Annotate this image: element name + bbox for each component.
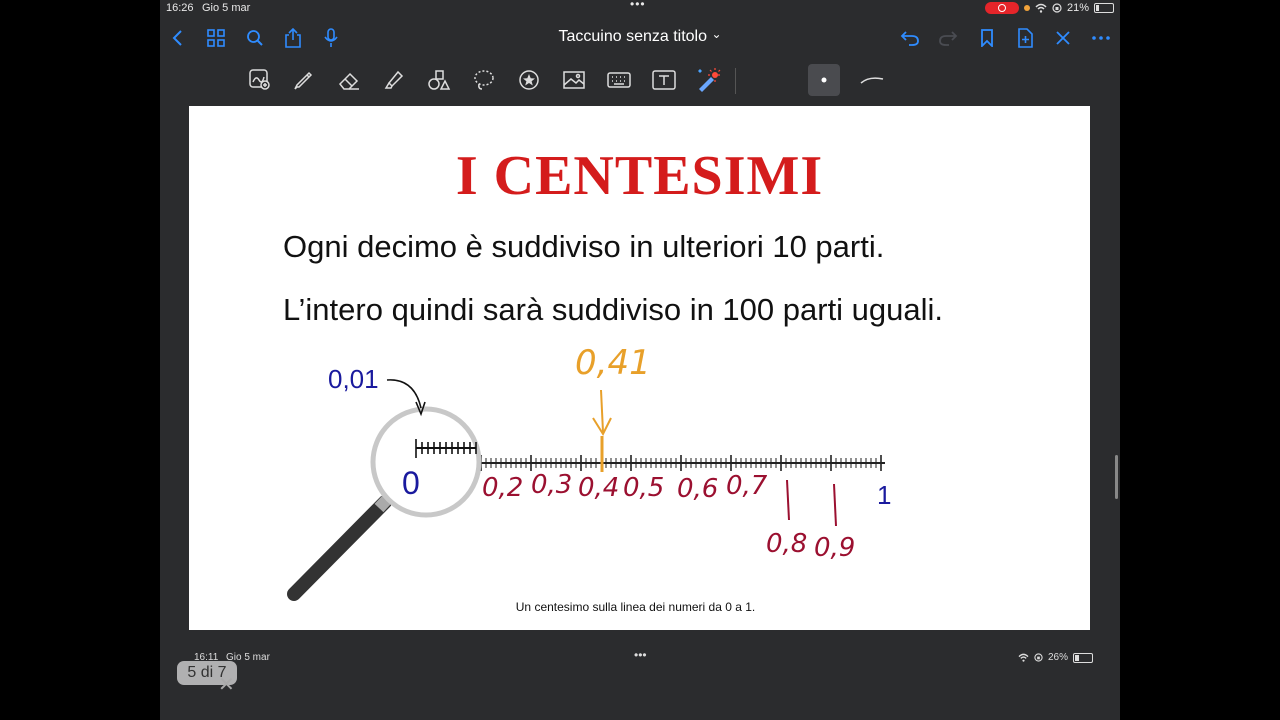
handwritten-label-0-7: 0,7 [726, 471, 768, 501]
embedded-orientation-lock-icon [1034, 653, 1043, 662]
stroke-size-dot-icon[interactable] [808, 64, 840, 96]
scrollbar-handle[interactable] [1115, 455, 1118, 499]
pen-icon[interactable] [291, 67, 317, 93]
image-icon[interactable] [561, 67, 587, 93]
handwritten-0-41: 0,41 [575, 343, 651, 383]
magnifier-icon [287, 406, 482, 601]
nav-bar: Taccuino senza titolo ⌄ [160, 18, 1120, 58]
shapes-icon[interactable] [426, 67, 452, 93]
more-icon[interactable] [1089, 26, 1113, 50]
back-icon[interactable] [166, 26, 190, 50]
handwritten-label-0-9: 0,9 [814, 533, 855, 563]
chevron-down-icon: ⌄ [711, 27, 722, 41]
redo-icon[interactable] [936, 26, 960, 50]
status-right: 21% [984, 2, 1114, 14]
handwritten-label-0-5: 0,5 [623, 473, 664, 503]
scan-icon[interactable] [247, 67, 273, 93]
multitask-dots-icon[interactable]: ••• [630, 0, 646, 11]
sticker-icon[interactable] [516, 67, 542, 93]
share-icon[interactable] [281, 26, 305, 50]
number-line-figure: 0,01 0 1 0,2 0,3 0,4 0,5 0,6 0,7 0,8 0,9… [287, 343, 891, 601]
battery-percent: 21% [1066, 2, 1089, 14]
handwritten-label-0-3: 0,3 [531, 470, 572, 500]
embedded-status-right: 26% [1018, 652, 1094, 663]
magnifier-value-label: 0,01 [328, 364, 379, 394]
search-icon[interactable] [243, 26, 267, 50]
document-title-text: Taccuino senza titolo [558, 28, 707, 45]
eraser-icon[interactable] [336, 67, 362, 93]
battery-icon [1094, 3, 1114, 13]
embedded-battery-percent: 26% [1048, 652, 1069, 663]
bookmark-icon[interactable] [975, 26, 999, 50]
embedded-wifi-icon [1018, 653, 1029, 662]
grid-icon[interactable] [204, 26, 228, 50]
lasso-icon[interactable] [471, 67, 497, 93]
laser-pointer-icon[interactable] [695, 67, 721, 93]
page-close-icon[interactable]: ✕ [218, 672, 235, 697]
keyboard-icon[interactable] [606, 67, 632, 93]
status-bar: 16:26 Gio 5 mar ••• 21% [160, 0, 1120, 18]
handwritten-label-0-4: 0,4 [578, 473, 619, 503]
number-line [480, 455, 885, 471]
handwritten-marks [786, 479, 837, 527]
close-icon[interactable] [1051, 26, 1075, 50]
ipad-screen: 16:26 Gio 5 mar ••• 21% Taccuino senza t… [160, 0, 1120, 720]
mic-indicator-icon [1023, 5, 1030, 11]
one-label: 1 [877, 480, 891, 510]
handwritten-label-0-6: 0,6 [677, 474, 718, 504]
stroke-style-icon[interactable] [859, 67, 885, 93]
drawing-toolbar [160, 58, 1120, 102]
embedded-dots-icon: ••• [634, 648, 647, 662]
embedded-status-bar: 16:11 Gio 5 mar ••• 26% [160, 648, 1120, 666]
screen-record-icon [984, 2, 1019, 14]
handwritten-annotation-0-41: 0,41 [575, 343, 651, 472]
slide-page[interactable]: I CENTESIMI Ogni decimo è suddiviso in u… [189, 106, 1090, 630]
highlighter-icon[interactable] [381, 67, 407, 93]
add-page-icon[interactable] [1013, 26, 1037, 50]
status-date: Gio 5 mar [202, 2, 251, 14]
document-title[interactable]: Taccuino senza titolo ⌄ [545, 27, 735, 46]
status-time: 16:26 [166, 2, 194, 14]
number-line-ticks [480, 455, 882, 471]
embedded-battery-icon [1073, 652, 1094, 663]
toolbar-separator [735, 68, 736, 94]
figure-caption: Un centesimo sulla linea dei numeri da 0… [515, 600, 756, 614]
zero-label: 0 [402, 465, 420, 501]
mic-icon[interactable] [319, 26, 343, 50]
text-icon[interactable] [651, 67, 677, 93]
wifi-icon [1035, 3, 1047, 13]
orientation-lock-icon [1052, 3, 1062, 13]
handwritten-label-0-8: 0,8 [766, 529, 807, 559]
handwritten-label-0-2: 0,2 [482, 473, 523, 503]
undo-icon[interactable] [898, 26, 922, 50]
